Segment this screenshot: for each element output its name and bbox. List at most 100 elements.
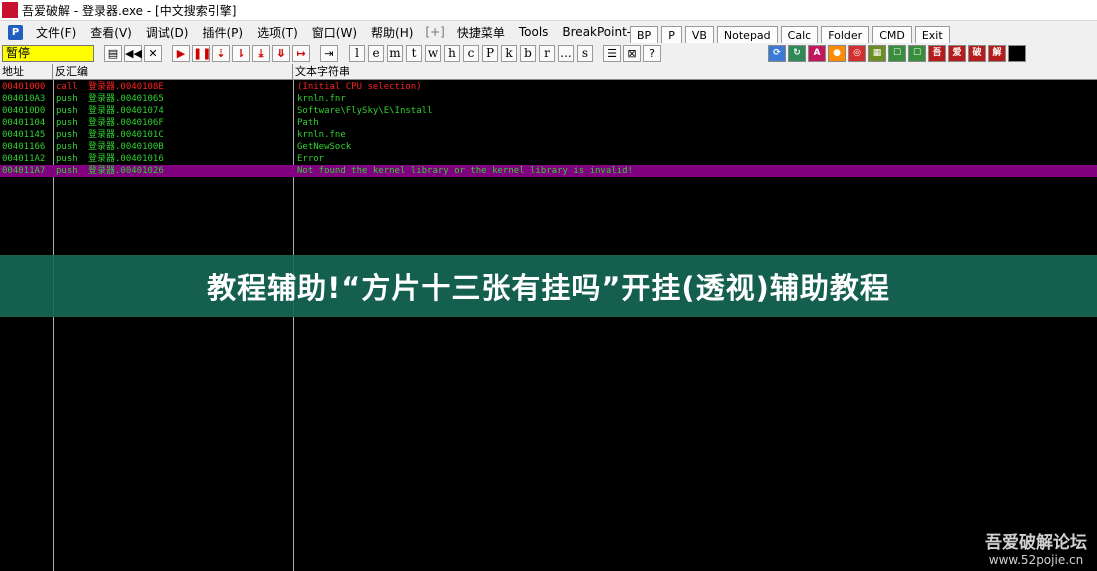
row-argument: 登录器.0040101C bbox=[88, 130, 164, 140]
table-row[interactable]: 00401166 push 登录器.0040100B GetNewSock bbox=[0, 141, 1097, 153]
close-icon[interactable]: ✕ bbox=[144, 45, 162, 62]
brand-jie-icon[interactable]: 解 bbox=[988, 45, 1006, 62]
cpu-button[interactable]: c bbox=[463, 45, 479, 62]
menu-tools[interactable]: Tools bbox=[512, 25, 556, 39]
title-banner: 教程辅助!“方片十三张有挂吗”开挂(透视)辅助教程 bbox=[0, 255, 1097, 317]
chat-icon[interactable]: ☐ bbox=[888, 45, 906, 62]
trace-into-icon[interactable]: ⤓ bbox=[252, 45, 270, 62]
row-opcode: push bbox=[56, 94, 78, 104]
header-address[interactable]: 地址 bbox=[0, 64, 53, 80]
status-indicator: 暂停 bbox=[2, 45, 94, 62]
menu-options[interactable]: 选项(T) bbox=[250, 24, 305, 41]
record-icon[interactable]: ● bbox=[828, 45, 846, 62]
table-row[interactable]: 00401104 push 登录器.0040106F Path bbox=[0, 117, 1097, 129]
rewind-icon[interactable]: ◀◀ bbox=[124, 45, 142, 62]
font-icon[interactable]: A bbox=[808, 45, 826, 62]
row-opcode: push bbox=[56, 154, 78, 164]
row-text: krnln.fnr bbox=[297, 94, 346, 104]
menu-plugins[interactable]: 插件(P) bbox=[195, 24, 250, 41]
row-opcode: push bbox=[56, 166, 78, 176]
row-text: Not found the kernel library or the kern… bbox=[297, 166, 633, 176]
table-row[interactable]: 004010A3 push 登录器.00401065 krnln.fnr bbox=[0, 93, 1097, 105]
step-over-icon[interactable]: ⇂ bbox=[232, 45, 250, 62]
references-button[interactable]: r bbox=[539, 45, 555, 62]
brand-ai-icon[interactable]: 爱 bbox=[948, 45, 966, 62]
row-address: 00401000 bbox=[2, 82, 46, 92]
table-row-selected[interactable]: 004011A7 push 登录器.00401026 Not found the… bbox=[0, 165, 1097, 177]
menu-window[interactable]: 窗口(W) bbox=[305, 24, 364, 41]
grid-icon[interactable]: ▦ bbox=[868, 45, 886, 62]
row-address: 00401145 bbox=[2, 130, 46, 140]
table-row[interactable]: 00401000 call 登录器.0040108E (Initial CPU … bbox=[0, 81, 1097, 93]
row-address: 00401104 bbox=[2, 118, 46, 128]
menu-quick[interactable]: 快捷菜单 bbox=[450, 24, 512, 41]
refresh-icon[interactable]: ⟳ bbox=[768, 45, 786, 62]
menu-view[interactable]: 查看(V) bbox=[83, 24, 139, 41]
blank-icon[interactable] bbox=[1008, 45, 1026, 62]
table-row[interactable]: 00401145 push 登录器.0040101C krnln.fne bbox=[0, 129, 1097, 141]
row-argument: 登录器.00401016 bbox=[88, 154, 164, 164]
chat2-icon[interactable]: ☐ bbox=[908, 45, 926, 62]
menu-debug[interactable]: 调试(D) bbox=[139, 24, 196, 41]
row-address: 004011A2 bbox=[2, 154, 46, 164]
table-header: 地址 反汇编 文本字符串 bbox=[0, 64, 1097, 80]
menu-expand[interactable]: [+] bbox=[420, 25, 449, 39]
log-window-button[interactable]: l bbox=[349, 45, 365, 62]
toolbar: 暂停 ▤ ◀◀ ✕ ▶ ❚❚ ⇣ ⇂ ⤓ ⤋ ↦ ⇥ l e m t w h c… bbox=[0, 43, 1097, 64]
row-text: (Initial CPU selection) bbox=[297, 82, 422, 92]
executable-modules-button[interactable]: e bbox=[368, 45, 384, 62]
run-icon[interactable]: ▶ bbox=[172, 45, 190, 62]
watermark-url: www.52pojie.cn bbox=[988, 553, 1084, 567]
patches-button[interactable]: P bbox=[482, 45, 498, 62]
watermark-name: 吾爱破解论坛 bbox=[985, 533, 1087, 553]
windows-button[interactable]: w bbox=[425, 45, 441, 62]
row-argument: 登录器.00401026 bbox=[88, 166, 164, 176]
list-icon[interactable]: ☰ bbox=[603, 45, 621, 62]
row-text: Path bbox=[297, 118, 319, 128]
call-stack-button[interactable]: k bbox=[501, 45, 517, 62]
help-icon[interactable]: ? bbox=[643, 45, 661, 62]
table-row[interactable]: 004010D0 push 登录器.00401074 Software\FlyS… bbox=[0, 105, 1097, 117]
row-opcode: push bbox=[56, 142, 78, 152]
execute-till-return-icon[interactable]: ↦ bbox=[292, 45, 310, 62]
memory-map-button[interactable]: m bbox=[387, 45, 403, 62]
row-argument: 登录器.00401065 bbox=[88, 94, 164, 104]
open-icon[interactable]: ▤ bbox=[104, 45, 122, 62]
row-text: GetNewSock bbox=[297, 142, 352, 152]
source-button[interactable]: s bbox=[577, 45, 593, 62]
brand-wu-icon[interactable]: 吾 bbox=[928, 45, 946, 62]
menu-help[interactable]: 帮助(H) bbox=[364, 24, 420, 41]
string-list: 00401000 call 登录器.0040108E (Initial CPU … bbox=[0, 81, 1097, 177]
watermark: 吾爱破解论坛 www.52pojie.cn bbox=[985, 528, 1087, 567]
row-text: krnln.fne bbox=[297, 130, 346, 140]
banner-text: 教程辅助!“方片十三张有挂吗”开挂(透视)辅助教程 bbox=[207, 271, 890, 305]
title-bar: 吾爱破解 - 登录器.exe - [中文搜索引擎] bbox=[0, 0, 1097, 21]
app-logo-icon bbox=[2, 2, 18, 18]
table-row[interactable]: 004011A2 push 登录器.00401016 Error bbox=[0, 153, 1097, 165]
row-argument: 登录器.0040106F bbox=[88, 118, 164, 128]
breakpoints-button[interactable]: b bbox=[520, 45, 536, 62]
row-opcode: push bbox=[56, 118, 78, 128]
patch-icon[interactable]: ↻ bbox=[788, 45, 806, 62]
step-into-icon[interactable]: ⇣ bbox=[212, 45, 230, 62]
row-opcode: push bbox=[56, 106, 78, 116]
window-title: 吾爱破解 - 登录器.exe - [中文搜索引擎] bbox=[22, 3, 237, 18]
header-text-string[interactable]: 文本字符串 bbox=[293, 64, 1097, 80]
row-argument: 登录器.0040100B bbox=[88, 142, 164, 152]
threads-button[interactable]: t bbox=[406, 45, 422, 62]
pause-icon[interactable]: ❚❚ bbox=[192, 45, 211, 62]
menu-file[interactable]: 文件(F) bbox=[29, 24, 83, 41]
plugin-p-icon[interactable]: P bbox=[8, 24, 23, 40]
row-address: 00401166 bbox=[2, 142, 46, 152]
row-text: Software\FlySky\E\Install bbox=[297, 106, 433, 116]
brand-po-icon[interactable]: 破 bbox=[968, 45, 986, 62]
run-trace-button[interactable]: ... bbox=[558, 45, 574, 62]
header-disassembly[interactable]: 反汇编 bbox=[53, 64, 293, 80]
target-icon[interactable]: ◎ bbox=[848, 45, 866, 62]
row-text: Error bbox=[297, 154, 325, 164]
trace-over-icon[interactable]: ⤋ bbox=[272, 45, 290, 62]
handles-button[interactable]: h bbox=[444, 45, 460, 62]
goto-icon[interactable]: ⇥ bbox=[320, 45, 338, 62]
row-address: 004010A3 bbox=[2, 94, 46, 104]
expand-icon[interactable]: ⊠ bbox=[623, 45, 641, 62]
